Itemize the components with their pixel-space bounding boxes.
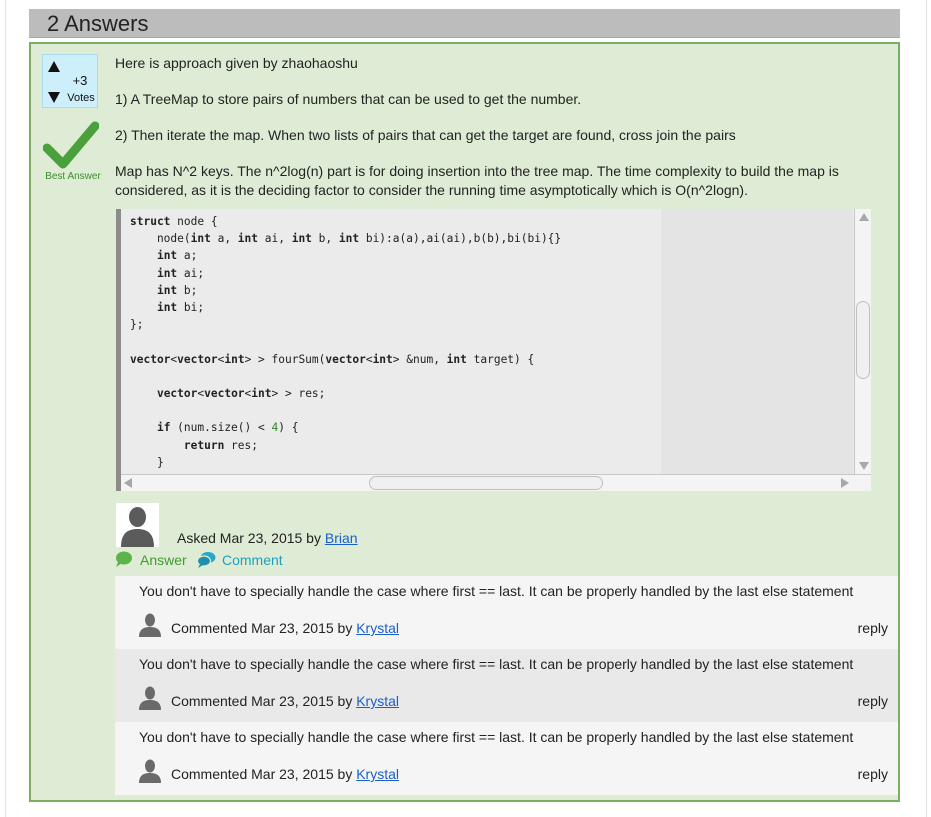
vertical-scrollbar[interactable] — [854, 209, 871, 474]
code-line: int ai; — [156, 266, 205, 280]
scroll-down-icon[interactable] — [859, 462, 869, 470]
asked-meta: Asked Mar 23, 2015 by Brian — [177, 530, 358, 546]
scroll-up-icon[interactable] — [859, 213, 869, 221]
answer-paragraph: 1) A TreeMap to store pairs of numbers t… — [115, 91, 582, 107]
answer-button-label: Answer — [140, 552, 187, 568]
commenter-user-link[interactable]: Krystal — [356, 693, 399, 709]
comment-date: Commented Mar 23, 2015 by — [171, 766, 353, 782]
scroll-right-icon[interactable] — [841, 478, 849, 488]
horizontal-scrollbar[interactable] — [121, 474, 871, 491]
comments-list: You don't have to specially handle the c… — [115, 576, 898, 795]
commenter-user-link[interactable]: Krystal — [356, 620, 399, 636]
code-line: vector<vector<int> > fourSum(vector<int>… — [130, 352, 535, 366]
best-answer-label: Best Answer — [45, 171, 101, 182]
answers-count-title: 2 Answers — [47, 11, 149, 36]
comment-item: You don't have to specially handle the c… — [115, 722, 898, 795]
reply-link[interactable]: reply — [858, 693, 888, 709]
code-line: }; — [130, 318, 144, 332]
comments-icon — [197, 552, 216, 568]
asker-user-link[interactable]: Brian — [325, 530, 358, 546]
code-line: int a; — [156, 249, 198, 263]
reply-link[interactable]: reply — [858, 766, 888, 782]
user-silhouette-icon[interactable] — [137, 612, 163, 638]
scroll-left-icon[interactable] — [124, 478, 132, 488]
code-line: int bi; — [156, 301, 205, 315]
reply-link[interactable]: reply — [858, 620, 888, 636]
speech-bubble-icon — [116, 551, 132, 567]
code-scroll-area[interactable]: struct node { node(int a, int ai, int b,… — [121, 209, 853, 474]
answer-paragraph: 2) Then iterate the map. When two lists … — [115, 127, 736, 143]
comment-date: Commented Mar 23, 2015 by — [171, 693, 353, 709]
code-line: return res; — [183, 438, 258, 452]
code-line: vector<vector<int> > res; — [156, 387, 326, 401]
vote-down-icon[interactable] — [48, 92, 60, 103]
answer-paragraph: Map has N^2 keys. The n^2log(n) part is … — [115, 163, 839, 198]
user-silhouette-icon[interactable] — [137, 758, 163, 784]
comment-text: You don't have to specially handle the c… — [139, 583, 854, 599]
comment-date: Commented Mar 23, 2015 by — [171, 620, 353, 636]
code-line: struct node { — [130, 215, 218, 228]
answers-header: 2 Answers — [29, 9, 900, 38]
horizontal-scroll-thumb[interactable] — [369, 476, 603, 490]
comment-text: You don't have to specially handle the c… — [139, 729, 854, 745]
user-silhouette-icon[interactable] — [116, 503, 159, 547]
answer-paragraph: Here is approach given by zhaohaoshu — [115, 55, 358, 71]
comment-item: You don't have to specially handle the c… — [115, 576, 898, 649]
answer-body: Here is approach given by zhaohaoshu 1) … — [115, 54, 885, 200]
vote-up-icon[interactable] — [48, 61, 60, 72]
comment-meta: Commented Mar 23, 2015 by Krystal — [171, 693, 399, 709]
vote-count: +3 — [72, 73, 88, 88]
votes-label: Votes — [67, 92, 95, 104]
vote-box: +3 Votes — [42, 54, 98, 108]
commenter-user-link[interactable]: Krystal — [356, 766, 399, 782]
code-text: struct node { node(int a, int ai, int b,… — [121, 209, 853, 471]
comment-meta: Commented Mar 23, 2015 by Krystal — [171, 620, 399, 636]
code-line: int b; — [156, 283, 198, 297]
vertical-scroll-thumb[interactable] — [856, 301, 870, 379]
answer-card: +3 Votes Best Answer Here is approach gi… — [29, 42, 900, 802]
code-line: } — [130, 455, 164, 469]
comment-text: You don't have to specially handle the c… — [139, 656, 854, 672]
user-silhouette-icon[interactable] — [137, 685, 163, 711]
code-block: struct node { node(int a, int ai, int b,… — [116, 209, 871, 491]
code-line: node(int a, int ai, int b, int bi):a(a),… — [130, 232, 562, 246]
comment-item: You don't have to specially handle the c… — [115, 649, 898, 722]
checkmark-icon — [43, 121, 99, 169]
asked-date: Asked Mar 23, 2015 by — [177, 530, 321, 546]
code-line: if (num.size() < 4) { — [156, 421, 299, 435]
comment-button-label: Comment — [222, 552, 283, 568]
comment-meta: Commented Mar 23, 2015 by Krystal — [171, 766, 399, 782]
